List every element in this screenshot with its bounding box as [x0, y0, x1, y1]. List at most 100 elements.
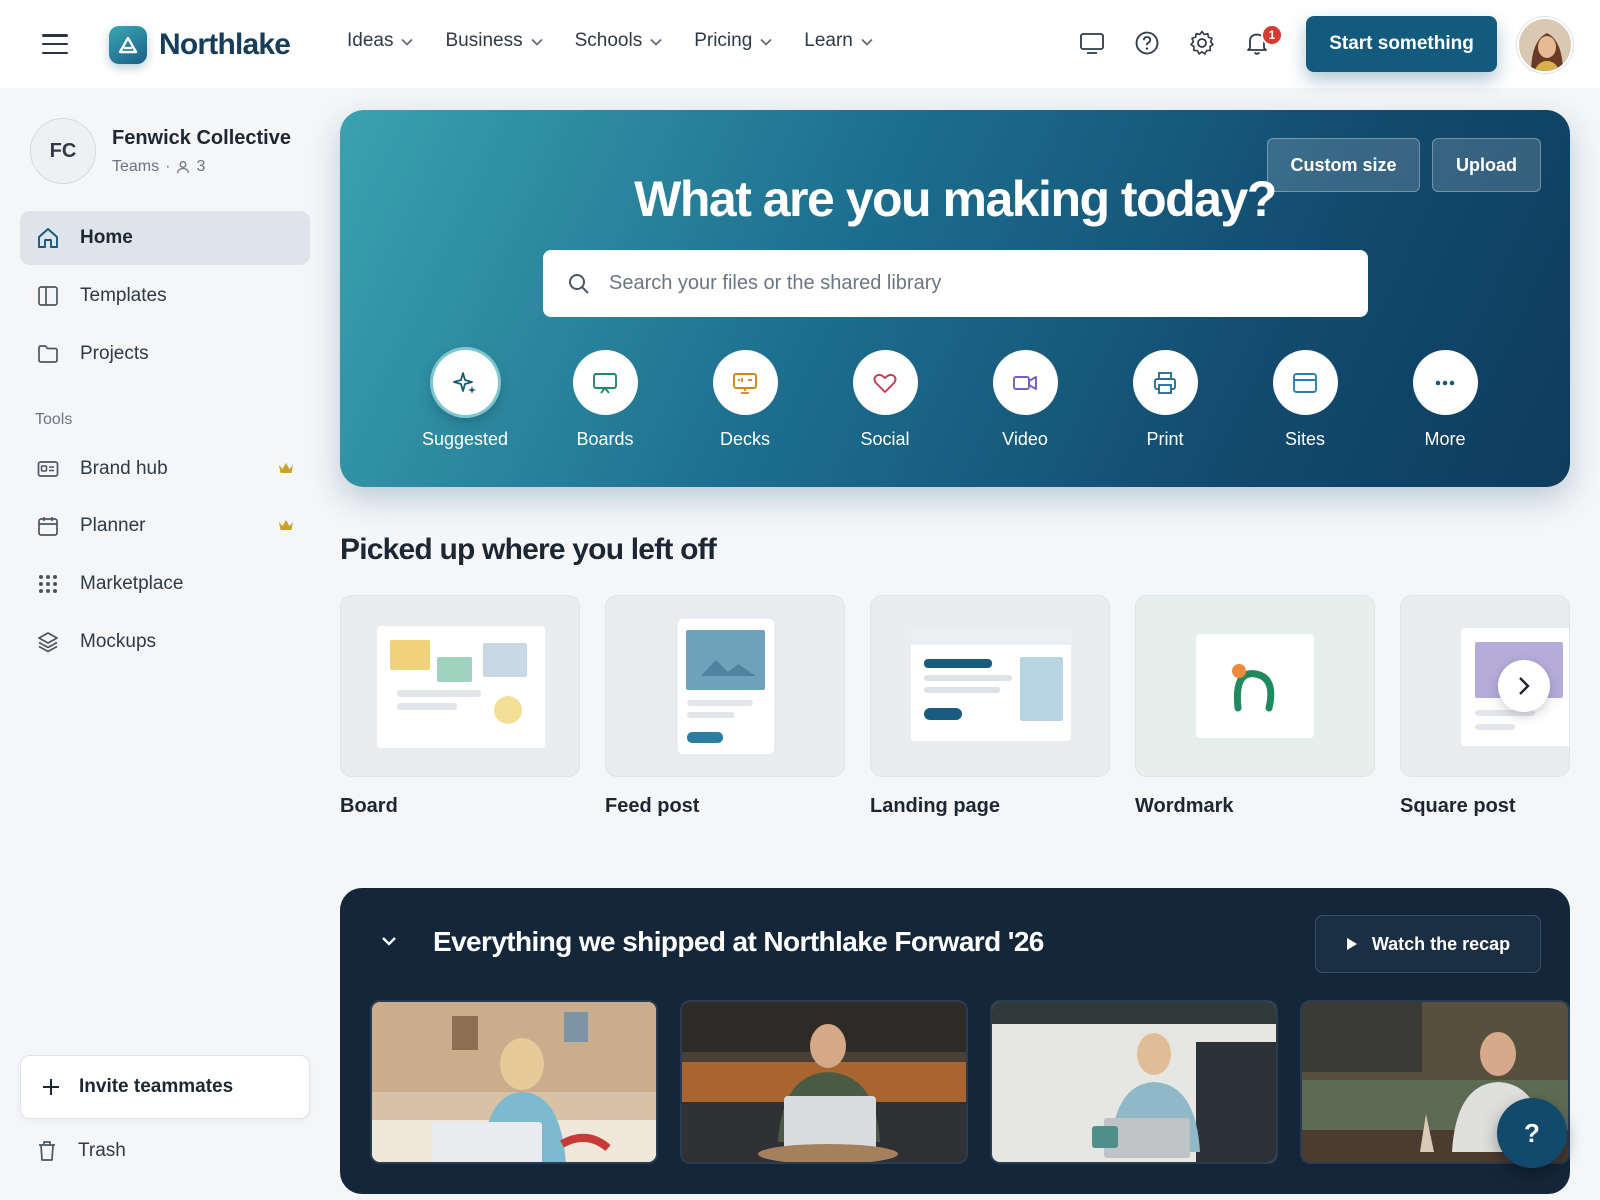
sidebar-item-mockups[interactable]: Mockups [20, 615, 310, 669]
sidebar-item-label: Planner [80, 515, 146, 536]
nav-learn[interactable]: Learn [804, 30, 873, 52]
collapse-chevron-icon[interactable] [378, 930, 400, 957]
layers-icon [38, 632, 58, 653]
video-still [682, 1002, 966, 1162]
sidebar-item-label: Projects [80, 343, 149, 364]
notification-badge: 1 [1261, 24, 1283, 46]
wordmark-thumbnail [1196, 634, 1314, 738]
video-still [372, 1002, 656, 1162]
category-sites[interactable]: Sites [1250, 350, 1360, 450]
chevron-right-icon [1519, 677, 1530, 695]
category-decks[interactable]: Decks [690, 350, 800, 450]
nav-business[interactable]: Business [445, 30, 543, 52]
nav-pricing[interactable]: Pricing [694, 30, 772, 52]
member-count: 3 [196, 157, 206, 175]
recent-card-landing-page[interactable] [870, 595, 1110, 777]
search-bar[interactable] [543, 250, 1368, 317]
recent-card-label: Landing page [870, 795, 1000, 817]
category-label: Decks [719, 429, 770, 449]
start-something-button[interactable]: Start something [1306, 16, 1497, 72]
grid-dots-icon [39, 575, 57, 593]
category-suggested[interactable]: Suggested [410, 350, 520, 450]
sidebar: FC Fenwick Collective Teams · 3 Home Tem… [0, 88, 330, 1200]
landing-page-thumbnail [911, 629, 1071, 741]
category-boards[interactable]: Boards [550, 350, 660, 450]
help-circle-icon[interactable] [1133, 28, 1161, 58]
sidebar-item-trash[interactable]: Trash [20, 1124, 310, 1178]
watch-label: Watch the recap [1371, 933, 1511, 954]
nav-schools[interactable]: Schools [575, 30, 663, 52]
logo-mark-icon [109, 26, 147, 64]
video-still [992, 1002, 1276, 1162]
calendar-icon [38, 517, 58, 536]
recent-card-feed-post[interactable] [605, 595, 845, 777]
more-dots-icon [1412, 350, 1478, 415]
presentation-icon [712, 350, 778, 415]
invite-teammates-button[interactable]: Invite teammates [20, 1055, 310, 1119]
category-label: Video [1002, 429, 1048, 449]
printer-icon [1132, 350, 1198, 415]
nav-ideas[interactable]: Ideas [347, 30, 414, 52]
search-input[interactable] [609, 272, 1349, 295]
nav-label: Learn [804, 30, 853, 51]
category-label: Sites [1284, 429, 1326, 449]
crown-icon [279, 520, 293, 530]
event-title: Everything we shipped at Northlake Forwa… [433, 926, 1044, 957]
heart-icon [852, 350, 918, 415]
avatar[interactable] [1517, 17, 1573, 73]
category-label: Social [860, 429, 910, 449]
category-label: Print [1146, 429, 1184, 449]
sidebar-item-label: Marketplace [80, 573, 184, 594]
sidebar-item-label: Brand hub [80, 458, 168, 479]
bell-icon[interactable]: 1 [1243, 24, 1283, 58]
brand-logo[interactable]: Northlake [109, 26, 291, 64]
category-label: Suggested [421, 429, 509, 449]
sidebar-item-home[interactable]: Home [20, 211, 310, 265]
hero-banner: Custom size Upload What are you making t… [340, 110, 1570, 487]
chevron-down-icon [861, 38, 873, 46]
sidebar-item-label: Home [80, 227, 133, 248]
crown-icon [279, 463, 293, 473]
help-button[interactable]: ? [1497, 1098, 1567, 1168]
chevron-down-icon [650, 38, 662, 46]
event-thumbnail[interactable] [990, 1000, 1278, 1164]
id-card-icon [37, 461, 59, 477]
carousel-next-button[interactable] [1498, 660, 1550, 712]
sidebar-item-templates[interactable]: Templates [20, 269, 310, 323]
recent-card-label: Square post [1400, 795, 1516, 817]
gear-icon[interactable] [1188, 28, 1216, 58]
event-panel: Everything we shipped at Northlake Forwa… [340, 888, 1570, 1194]
event-thumbnail[interactable] [370, 1000, 658, 1164]
recent-card-label: Wordmark [1135, 795, 1234, 817]
sidebar-item-planner[interactable]: Planner [20, 499, 310, 553]
nav-label: Pricing [694, 30, 753, 51]
sidebar-item-brand-hub[interactable]: Brand hub [20, 442, 310, 496]
category-social[interactable]: Social [830, 350, 940, 450]
templates-icon [38, 286, 58, 306]
board-thumbnail [377, 626, 545, 748]
whiteboard-icon [572, 350, 638, 415]
nav-label: Ideas [347, 30, 394, 51]
sidebar-item-projects[interactable]: Projects [20, 327, 310, 381]
hero-title: What are you making today? [634, 171, 1277, 227]
brand-name: Northlake [159, 28, 291, 61]
team-name: Fenwick Collective [112, 126, 291, 149]
category-print[interactable]: Print [1110, 350, 1220, 450]
folder-icon [38, 345, 58, 363]
recent-card-wordmark[interactable] [1135, 595, 1375, 777]
sparkle-icon [432, 350, 498, 415]
watch-recap-button[interactable]: Watch the recap [1315, 915, 1541, 973]
desktop-icon[interactable] [1078, 28, 1106, 58]
invite-label: Invite teammates [79, 1076, 234, 1097]
team-switcher[interactable]: FC Fenwick Collective Teams · 3 [30, 118, 291, 184]
event-thumbnail[interactable] [680, 1000, 968, 1164]
chevron-down-icon [760, 38, 772, 46]
category-video[interactable]: Video [970, 350, 1080, 450]
sidebar-item-label: Trash [78, 1140, 126, 1161]
chevron-down-icon [401, 38, 414, 46]
play-icon [1346, 938, 1357, 950]
sidebar-item-marketplace[interactable]: Marketplace [20, 557, 310, 611]
menu-icon[interactable] [38, 30, 72, 58]
recent-card-board[interactable] [340, 595, 580, 777]
category-more[interactable]: More [1390, 350, 1500, 450]
